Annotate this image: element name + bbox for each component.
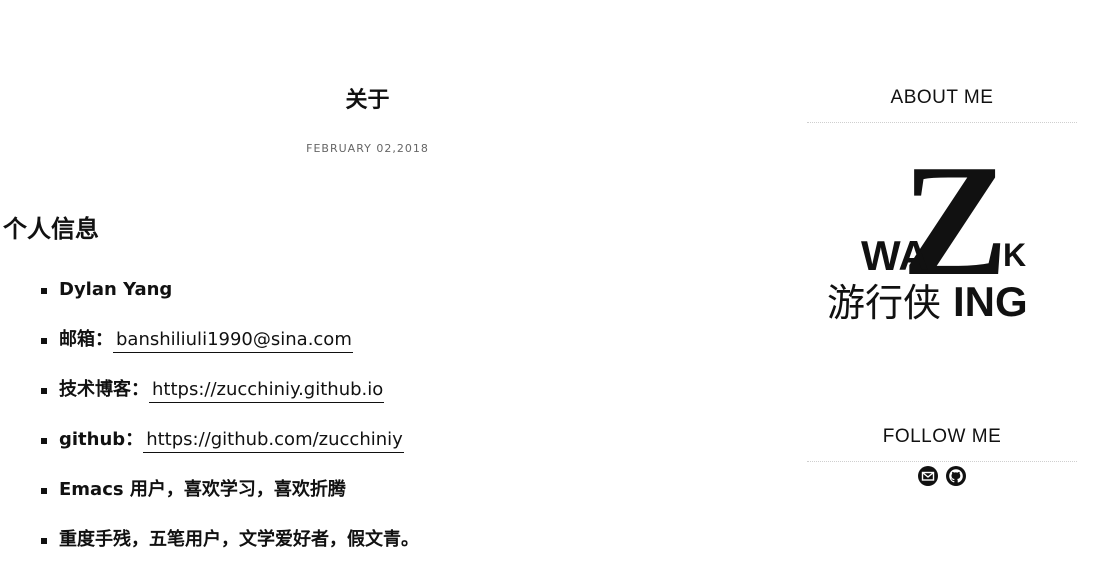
item-text: 重度手残，五笔用户，文学爱好者，假文青。	[59, 529, 419, 550]
item-text: Emacs 用户，喜欢学习，喜欢折腾	[59, 479, 346, 500]
info-list: Dylan Yang 邮箱： banshiliuli1990@sina.com 技…	[0, 275, 419, 565]
list-item-email: 邮箱： banshiliuli1990@sina.com	[0, 325, 419, 375]
logo-left-letters: WA	[861, 232, 929, 279]
item-label: github：	[59, 429, 144, 450]
logo-graphic: Z WA K 游行侠 ING	[827, 131, 1028, 325]
divider	[807, 461, 1077, 462]
logo-chinese: 游行侠	[827, 281, 941, 325]
site-logo: Z WA K 游行侠 ING	[825, 131, 1053, 326]
logo-right-letter: K	[1003, 237, 1026, 273]
divider	[807, 122, 1077, 123]
github-link[interactable]: https://github.com/zucchiniy	[143, 429, 404, 453]
list-item-name: Dylan Yang	[0, 275, 419, 325]
blog-link[interactable]: https://zucchiniy.github.io	[149, 379, 385, 403]
page: 关于 FEBRUARY 02,2018 个人信息 Dylan Yang 邮箱： b…	[0, 0, 1118, 565]
about-me-title: ABOUT ME	[890, 87, 994, 108]
list-item-emacs: Emacs 用户，喜欢学习，喜欢折腾	[0, 475, 419, 525]
logo-suffix: ING	[953, 278, 1028, 325]
post-title: 关于	[345, 88, 390, 113]
item-text: Dylan Yang	[59, 279, 173, 300]
section-heading: 个人信息	[3, 215, 99, 243]
sidebar: ABOUT ME Z WA K 游行侠 ING FOLLOW ME	[807, 0, 1077, 565]
item-label: 邮箱：	[59, 329, 113, 350]
item-label: 技术博客：	[59, 379, 149, 400]
post-content: 关于 FEBRUARY 02,2018 个人信息 Dylan Yang 邮箱： b…	[0, 0, 735, 565]
follow-me-title: FOLLOW ME	[882, 426, 1002, 447]
list-item-github: github： https://github.com/zucchiniy	[0, 425, 419, 475]
email-link[interactable]: banshiliuli1990@sina.com	[113, 329, 353, 353]
list-item-blog: 技术博客： https://zucchiniy.github.io	[0, 375, 419, 425]
list-item-bio: 重度手残，五笔用户，文学爱好者，假文青。	[0, 525, 419, 565]
social-links	[807, 465, 1077, 487]
mail-icon[interactable]	[917, 465, 939, 487]
github-icon[interactable]	[945, 465, 967, 487]
post-date: FEBRUARY 02,2018	[306, 142, 429, 155]
